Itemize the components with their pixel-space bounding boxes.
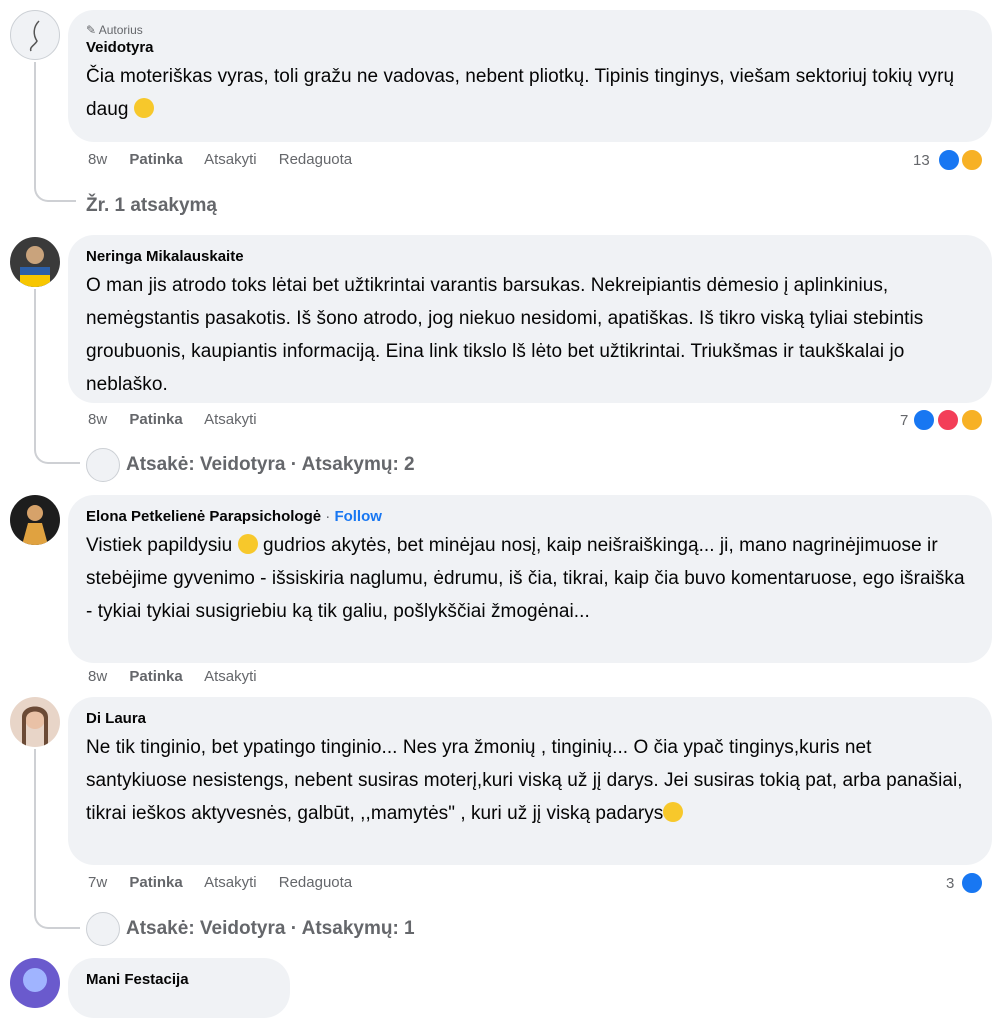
like-reaction-icon	[960, 871, 984, 895]
profile-photo-icon	[23, 968, 47, 992]
like-reaction-icon	[912, 408, 936, 432]
comment-bubble: Elona Petkelienė Parapsichologė · Follow…	[68, 495, 992, 663]
comment-actions: 8w Patinka Atsakyti	[88, 667, 275, 687]
reaction-count[interactable]: 13	[913, 150, 930, 172]
view-replies-link[interactable]: Atsakė: Veidotyra · Atsakymų: 1	[86, 912, 415, 946]
avatar-neringa[interactable]	[10, 237, 60, 287]
author-badge: ✎ Autorius	[86, 23, 143, 37]
comment-author[interactable]: Veidotyra	[86, 38, 972, 58]
comment-actions: 7w Patinka Atsakyti Redaguota	[88, 873, 370, 893]
comment-text: O man jis atrodo toks lėtai bet užtikrin…	[86, 275, 924, 395]
comment-text: Ne tik tinginio, bet ypatingo tinginio..…	[86, 737, 963, 824]
avatar-veidotyra[interactable]	[10, 10, 60, 60]
pencil-icon: ✎	[86, 23, 97, 37]
reply-button[interactable]: Atsakyti	[204, 411, 257, 428]
haha-reaction-icon	[960, 148, 984, 172]
hug-emoji-icon	[663, 802, 684, 822]
timestamp[interactable]: 8w	[88, 151, 107, 168]
smile-emoji-icon	[237, 534, 258, 554]
profile-photo-icon	[22, 505, 48, 545]
comment-actions: 8w Patinka Atsakyti Redaguota	[88, 150, 370, 170]
reaction-count[interactable]: 3	[946, 873, 954, 895]
comment-bubble: Mani Festacija	[68, 958, 290, 1018]
edited-label[interactable]: Redaguota	[279, 151, 352, 168]
like-button[interactable]: Patinka	[129, 668, 182, 685]
timestamp[interactable]: 8w	[88, 668, 107, 685]
comment-bubble: ✎ Autorius Veidotyra Čia moteriškas vyra…	[68, 10, 992, 142]
follow-button[interactable]: Follow	[334, 508, 382, 525]
comment-author[interactable]: Neringa Mikalauskaite	[86, 247, 972, 267]
avatar-elona[interactable]	[10, 495, 60, 545]
view-replies-link[interactable]: Atsakė: Veidotyra · Atsakymų: 2	[86, 448, 415, 482]
reply-button[interactable]: Atsakyti	[204, 874, 257, 891]
profile-sketch-icon	[29, 20, 40, 52]
timestamp[interactable]: 8w	[88, 411, 107, 428]
like-button[interactable]: Patinka	[129, 411, 182, 428]
edited-label[interactable]: Redaguota	[279, 874, 352, 891]
view-replies-link[interactable]: Žr. 1 atsakymą	[86, 193, 217, 219]
like-button[interactable]: Patinka	[129, 874, 182, 891]
reply-button[interactable]: Atsakyti	[204, 668, 257, 685]
timestamp[interactable]: 7w	[88, 874, 107, 891]
profile-photo-icon	[22, 706, 48, 747]
love-reaction-icon	[936, 408, 960, 432]
avatar-mani[interactable]	[10, 958, 60, 1008]
reply-avatar	[86, 912, 120, 946]
reply-button[interactable]: Atsakyti	[204, 151, 257, 168]
like-button[interactable]: Patinka	[129, 151, 182, 168]
profile-photo-icon	[20, 246, 50, 287]
comment-bubble: Neringa Mikalauskaite O man jis atrodo t…	[68, 235, 992, 403]
like-reaction-icon	[937, 148, 961, 172]
reaction-count[interactable]: 7	[900, 410, 908, 432]
comment-text: Vistiek papildysiu gudrios akytės, bet m…	[86, 534, 965, 622]
comment-author[interactable]: Mani Festacija	[86, 970, 270, 990]
comment-author[interactable]: Di Laura	[86, 709, 972, 729]
reply-avatar	[86, 448, 120, 482]
smile-emoji-icon	[133, 98, 154, 118]
wow-reaction-icon	[960, 408, 984, 432]
comment-bubble: Di Laura Ne tik tinginio, bet ypatingo t…	[68, 697, 992, 865]
comment-text: Čia moteriškas vyras, toli gražu ne vado…	[86, 66, 955, 120]
comment-actions: 8w Patinka Atsakyti	[88, 410, 275, 430]
comment-author: Elona Petkelienė Parapsichologė · Follow	[86, 508, 382, 525]
avatar-di-laura[interactable]	[10, 697, 60, 747]
